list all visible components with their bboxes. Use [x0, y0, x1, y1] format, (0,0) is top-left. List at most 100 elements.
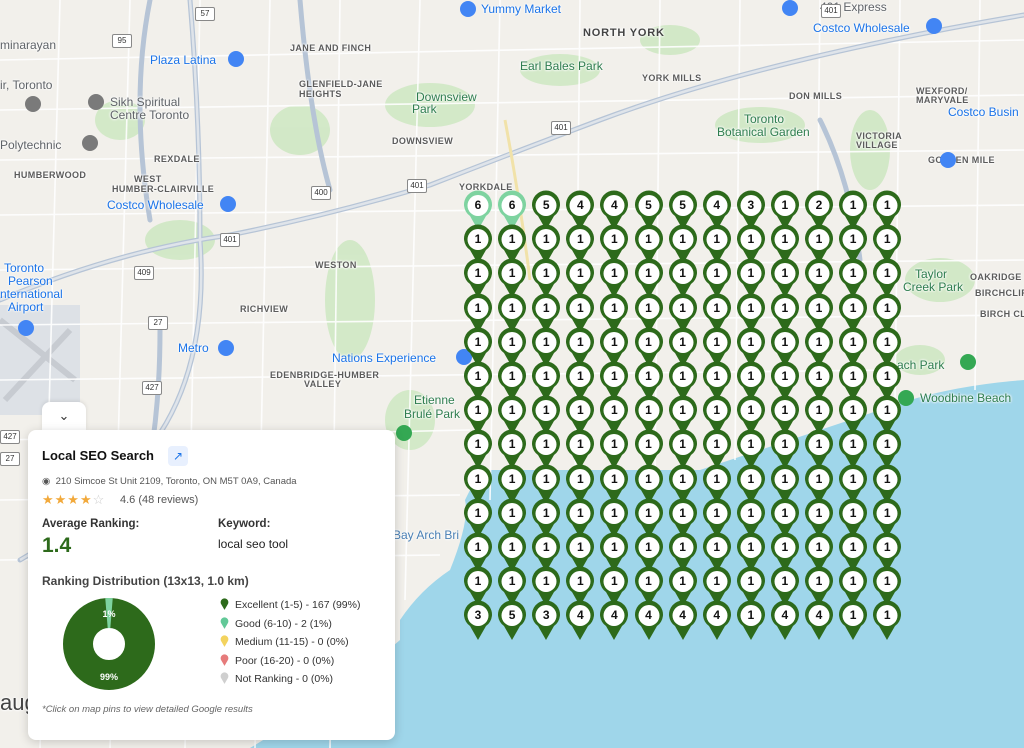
ranking-pin-value: 1 — [713, 266, 721, 281]
legend-pin-icon — [220, 672, 229, 685]
chevron-down-icon: ⌄ — [58, 408, 70, 423]
ranking-pin[interactable]: 1 — [736, 600, 766, 641]
ranking-pin-value: 1 — [542, 232, 550, 247]
ranking-pin-value: 1 — [611, 540, 618, 554]
ranking-pin-value: 1 — [542, 574, 550, 589]
map-label: Polytechnic — [0, 138, 62, 152]
ranking-pin-value: 1 — [849, 471, 857, 486]
ranking-pin-value: 1 — [645, 369, 652, 383]
map-poi-icon — [220, 196, 236, 212]
ranking-pin-value: 1 — [747, 266, 755, 281]
ranking-pin[interactable]: 3 — [531, 600, 561, 641]
ranking-pin-value: 1 — [781, 232, 789, 247]
ranking-pin[interactable]: 4 — [668, 600, 698, 641]
map-poi-icon — [88, 94, 104, 110]
ranking-pin[interactable]: 1 — [872, 600, 902, 641]
ranking-pin-value: 1 — [747, 471, 755, 486]
ranking-pin[interactable]: 4 — [599, 600, 629, 641]
ranking-pin-value: 1 — [542, 266, 550, 281]
ranking-pin-value: 1 — [474, 437, 482, 452]
ranking-pin-value: 4 — [611, 198, 618, 212]
legend-item: Poor (16-20) - 0 (0%) — [220, 654, 360, 673]
ranking-pin-value: 1 — [849, 198, 857, 212]
ranking-pin-value: 1 — [474, 403, 482, 418]
ranking-pin-value: 1 — [611, 437, 618, 452]
ranking-pin-value: 1 — [542, 369, 550, 383]
ranking-pin-value: 1 — [679, 403, 686, 418]
map-label: DON MILLS — [789, 91, 843, 101]
map-label: REXDALE — [154, 154, 200, 164]
ranking-pin-value: 1 — [679, 437, 686, 452]
highway-shield: 27 — [0, 452, 20, 466]
ranking-pin-value: 1 — [542, 540, 550, 554]
panel-collapse-button[interactable]: ⌄ — [42, 402, 86, 430]
map-label: ir, Toronto — [0, 78, 53, 92]
ranking-pin[interactable]: 4 — [565, 600, 595, 641]
ranking-pin-value: 1 — [713, 300, 721, 315]
ranking-pin[interactable]: 1 — [838, 600, 868, 641]
ranking-pin-value: 1 — [679, 266, 686, 281]
ranking-pin-value: 1 — [849, 300, 857, 315]
map-label: Costco Wholesale — [107, 198, 204, 212]
map-label: MARYVALE — [916, 95, 969, 105]
external-link-icon[interactable]: ↗ — [168, 446, 188, 466]
ranking-pin-value: 4 — [611, 608, 618, 623]
map-label: HEIGHTS — [299, 89, 342, 99]
ranking-pin-value: 1 — [474, 574, 482, 589]
ranking-pin-value: 1 — [645, 232, 652, 247]
ranking-pin[interactable]: 5 — [497, 600, 527, 641]
ranking-pin-value: 1 — [679, 505, 686, 520]
keyword-value: local seo tool — [218, 537, 289, 551]
ranking-pin-value: 1 — [815, 266, 823, 281]
map-poi-icon — [460, 1, 476, 17]
ranking-pin-value: 1 — [713, 369, 721, 383]
ranking-pin-value: 1 — [542, 437, 550, 452]
ranking-pin[interactable]: 4 — [702, 600, 732, 641]
ranking-pin-value: 1 — [576, 266, 584, 281]
map-label: RICHVIEW — [240, 304, 289, 314]
map-label: OAKRIDGE — [970, 272, 1022, 282]
ranking-pin-value: 1 — [747, 608, 755, 623]
ranking-pin-value: 1 — [611, 232, 618, 247]
map-label: Plaza Latina — [150, 53, 217, 67]
highway-shield: 27 — [148, 316, 168, 330]
ranking-pin-value: 1 — [781, 369, 789, 383]
ranking-pin-value: 1 — [508, 334, 516, 349]
highway-shield: 401 — [407, 179, 427, 193]
ranking-pin-value: 1 — [747, 505, 755, 520]
ranking-pin-value: 5 — [542, 198, 550, 212]
ranking-pin-value: 1 — [849, 608, 857, 623]
distribution-donut: 1% 99% — [63, 598, 155, 690]
donut-inner-label: 1% — [102, 609, 115, 619]
ranking-pin-value: 1 — [781, 334, 789, 349]
ranking-pin-value: 1 — [474, 266, 482, 281]
ranking-pin-value: 1 — [781, 403, 789, 418]
ranking-pin-value: 4 — [576, 198, 584, 212]
map-poi-icon — [218, 340, 234, 356]
ranking-pin-value: 1 — [611, 334, 618, 349]
map-label: Taylor — [915, 267, 948, 281]
ranking-pin-value: 1 — [611, 369, 618, 383]
donut-outer-label: 99% — [100, 672, 118, 682]
ranking-pin[interactable]: 4 — [770, 600, 800, 641]
map-poi-icon — [82, 135, 98, 151]
map-label: GLENFIELD-JANE — [299, 79, 383, 89]
average-ranking-value: 1.4 — [42, 534, 72, 557]
ranking-pin-value: 1 — [713, 540, 721, 554]
ranking-pin-value: 1 — [508, 437, 516, 452]
legend-label: Excellent (1-5) - 167 (99%) — [235, 599, 361, 611]
ranking-pin-value: 1 — [508, 471, 516, 486]
ranking-pin-value: 1 — [474, 334, 482, 349]
highway-shield: 409 — [134, 266, 154, 280]
rating-stars: ★★★★☆ — [42, 492, 106, 507]
ranking-pin[interactable]: 4 — [634, 600, 664, 641]
business-address: 210 Simcoe St Unit 2109, Toronto, ON M5T… — [55, 476, 297, 487]
map-poi-icon — [960, 354, 976, 370]
map-label: VILLAGE — [856, 140, 898, 150]
ranking-pin-value: 1 — [713, 334, 721, 349]
distribution-legend: Excellent (1-5) - 167 (99%) Good (6-10) -… — [220, 598, 360, 691]
ranking-pin[interactable]: 3 — [463, 600, 493, 641]
ranking-pin-value: 1 — [883, 232, 891, 247]
map-poi-icon — [940, 152, 956, 168]
ranking-pin[interactable]: 4 — [804, 600, 834, 641]
